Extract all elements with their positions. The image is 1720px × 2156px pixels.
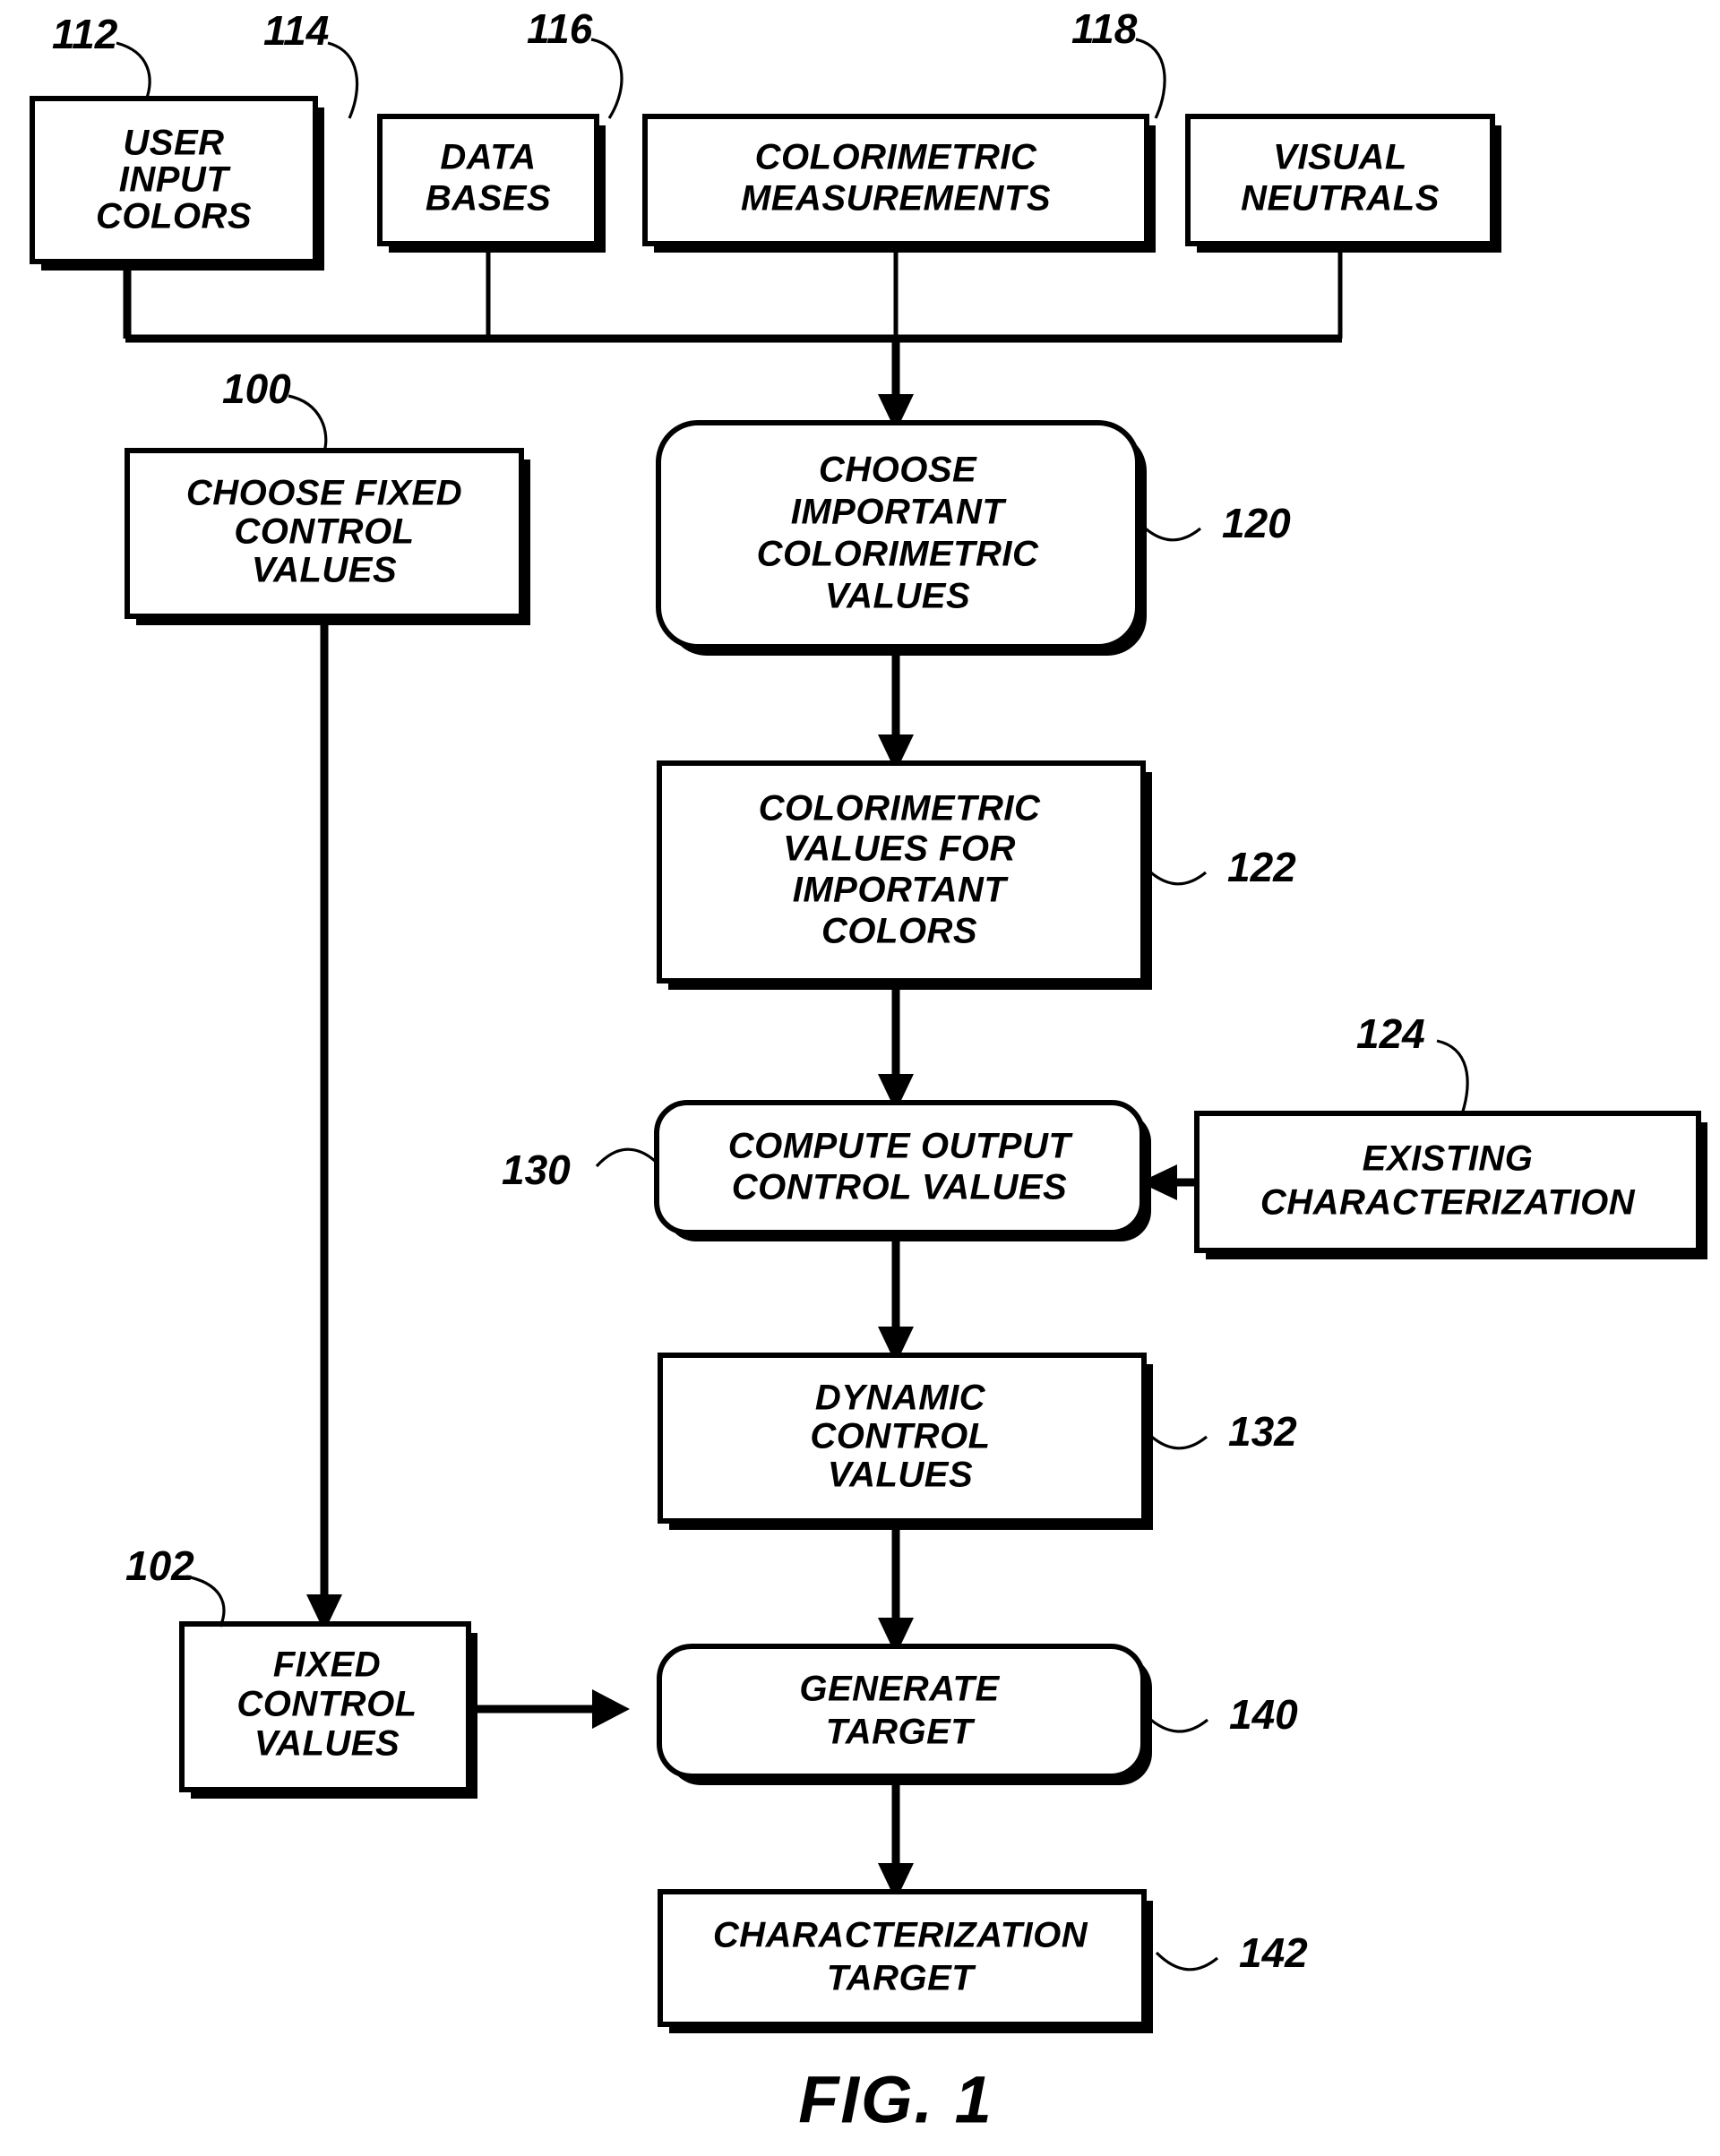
node-label-line: COLORS	[821, 912, 977, 951]
node-label-line: COLORIMETRIC	[755, 138, 1037, 177]
reference-numeral-100: 100	[222, 365, 291, 412]
leader-line-112	[116, 41, 151, 101]
reference-numeral-118: 118	[1071, 5, 1138, 52]
node-colorimetric-measurements: COLORIMETRIC MEASUREMENTS	[642, 114, 1156, 253]
node-label-line: CONTROL	[810, 1417, 990, 1456]
node-label-line: CHOOSE	[819, 451, 977, 490]
reference-numeral-132: 132	[1228, 1408, 1297, 1455]
node-label-line: CONTROL VALUES	[732, 1168, 1067, 1207]
node-label-line: IMPORTANT	[791, 493, 1008, 532]
node-data-bases: DATA BASES	[377, 114, 606, 253]
figure-caption: FIG. 1	[798, 2063, 993, 2137]
reference-numeral-120: 120	[1222, 500, 1291, 546]
node-label-line: INPUT	[119, 160, 232, 200]
leader-line-118	[1135, 38, 1166, 119]
leader-line-100	[288, 394, 328, 452]
node-label-line: DATA	[440, 138, 536, 177]
node-label-line: IMPORTANT	[793, 871, 1010, 910]
node-choose-fixed-control-values: CHOOSE FIXED CONTROL VALUES	[125, 448, 530, 625]
node-fixed-control-values: FIXED CONTROL VALUES	[179, 1621, 477, 1799]
node-label-line: COMPUTE OUTPUT	[728, 1127, 1074, 1166]
node-label-line: USER	[123, 124, 224, 163]
reference-numeral-140: 140	[1229, 1691, 1298, 1738]
node-user-input-colors: USER INPUT COLORS	[30, 96, 324, 271]
reference-numeral-116: 116	[527, 5, 593, 52]
node-label-line: FIXED	[273, 1645, 381, 1685]
node-label-line: TARGET	[827, 1959, 977, 1998]
node-label-line: COLORIMETRIC	[759, 789, 1041, 829]
leader-line-124	[1436, 1039, 1469, 1115]
node-label-line: BASES	[426, 179, 551, 219]
leader-line-120	[1138, 521, 1202, 542]
node-label-line: VALUES	[252, 551, 397, 590]
leader-line-116	[590, 38, 624, 119]
node-label-line: CONTROL	[236, 1685, 417, 1724]
node-label-line: COLORS	[96, 197, 252, 236]
reference-numeral-124: 124	[1356, 1010, 1425, 1057]
node-label-line: CHARACTERIZATION	[1260, 1183, 1636, 1223]
reference-numeral-112: 112	[52, 11, 118, 57]
node-label-line: VALUES	[828, 1456, 973, 1495]
node-label-line: VALUES FOR	[783, 829, 1016, 869]
node-label-line: NEUTRALS	[1241, 179, 1440, 219]
reference-numeral-130: 130	[502, 1147, 571, 1193]
node-label-line: MEASUREMENTS	[741, 179, 1051, 219]
node-body	[1194, 1111, 1701, 1253]
node-label-line: DYNAMIC	[815, 1379, 986, 1418]
node-visual-neutrals: VISUAL NEUTRALS	[1185, 114, 1501, 253]
leader-line-130	[595, 1147, 657, 1168]
patent-figure: USER INPUT COLORS DATA BASES COLORIMETRI…	[0, 0, 1720, 2156]
leader-line-122	[1143, 865, 1208, 886]
node-existing-characterization: EXISTING CHARACTERIZATION	[1194, 1111, 1707, 1259]
reference-numeral-102: 102	[125, 1542, 194, 1589]
node-label-line: EXISTING	[1363, 1139, 1534, 1179]
node-label-line: VALUES	[254, 1724, 400, 1764]
node-label-line: COLORIMETRIC	[757, 535, 1039, 574]
reference-numeral-142: 142	[1239, 1929, 1308, 1976]
node-dynamic-control-values: DYNAMIC CONTROL VALUES	[658, 1353, 1153, 1530]
node-label-line: VALUES	[825, 577, 970, 616]
node-label-line: CHOOSE FIXED	[186, 474, 462, 513]
arrowhead-102-to-140	[592, 1689, 630, 1729]
reference-numeral-114: 114	[263, 7, 329, 54]
figure-canvas: USER INPUT COLORS DATA BASES COLORIMETRI…	[30, 5, 1707, 2137]
reference-numeral-122: 122	[1227, 844, 1296, 890]
node-compute-output-control-values: COMPUTE OUTPUT CONTROL VALUES	[654, 1100, 1151, 1241]
node-label-line: GENERATE	[799, 1670, 1000, 1709]
leader-line-114	[327, 41, 359, 119]
leader-line-132	[1144, 1430, 1208, 1450]
node-label-line: CONTROL	[234, 512, 414, 552]
node-generate-target: GENERATE TARGET	[657, 1644, 1152, 1785]
node-label-line: CHARACTERIZATION	[713, 1916, 1088, 1955]
leader-line-142	[1155, 1951, 1219, 1971]
node-choose-important-colorimetric-values: CHOOSE IMPORTANT COLORIMETRIC VALUES	[656, 420, 1147, 656]
leader-line-140	[1145, 1714, 1209, 1733]
node-colorimetric-values-for-important-colors: COLORIMETRIC VALUES FOR IMPORTANT COLORS	[657, 760, 1152, 990]
node-label-line: VISUAL	[1273, 138, 1407, 177]
node-label-line: TARGET	[826, 1713, 976, 1752]
node-characterization-target: CHARACTERIZATION TARGET	[658, 1889, 1153, 2033]
node-body	[657, 1644, 1146, 1779]
